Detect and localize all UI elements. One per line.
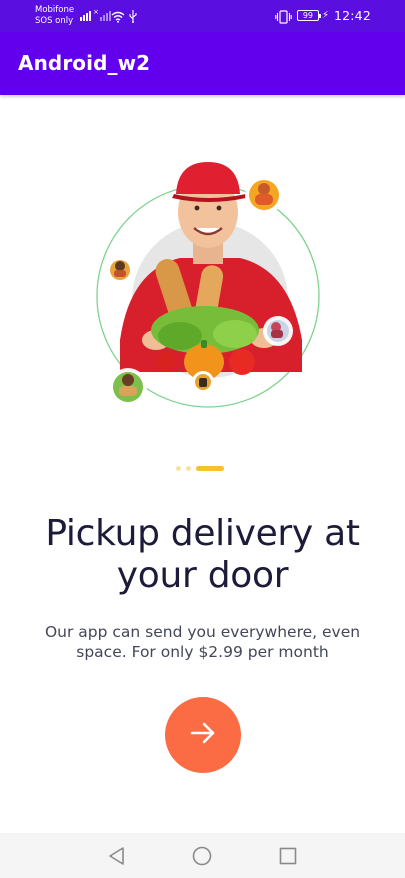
clock: 12:42	[333, 8, 371, 23]
home-icon[interactable]	[191, 845, 213, 867]
recents-icon[interactable]	[277, 845, 299, 867]
usb-icon	[129, 8, 137, 27]
battery-icon: 99	[296, 10, 321, 21]
next-button[interactable]	[165, 697, 241, 773]
signal-icon: ×	[80, 9, 111, 21]
page-dot	[186, 466, 191, 471]
page-dot	[176, 466, 181, 471]
wifi-icon	[111, 8, 125, 27]
carrier-status: SOS only	[35, 16, 74, 26]
back-icon[interactable]	[105, 845, 127, 867]
vibrate-icon	[275, 9, 292, 24]
system-nav-bar	[0, 833, 405, 878]
subtitle-line: Our app can send you everywhere, even	[44, 623, 361, 641]
carrier-name: Mobifone	[35, 5, 75, 15]
charging-icon: ⚡	[321, 9, 329, 21]
page-indicator	[176, 466, 224, 471]
headline-line: your door	[116, 555, 289, 596]
app-bar: Android_w2	[0, 32, 405, 95]
battery-level: 99	[302, 11, 314, 20]
status-bar: Mobifone SOS only × 99 ⚡ 12:42	[0, 0, 405, 32]
carrier-label: Mobifone SOS only	[35, 5, 74, 27]
page-dot-active	[196, 466, 224, 471]
onboarding-subtitle: Our app can send you everywhere, even sp…	[0, 623, 405, 662]
onboarding-headline: Pickup delivery at your door	[0, 513, 405, 597]
delivery-courier-image	[70, 150, 350, 430]
app-title: Android_w2	[18, 51, 151, 75]
arrow-right-icon	[190, 722, 216, 748]
headline-line: Pickup delivery at	[45, 513, 360, 554]
subtitle-line: space. For only $2.99 per month	[76, 642, 329, 661]
